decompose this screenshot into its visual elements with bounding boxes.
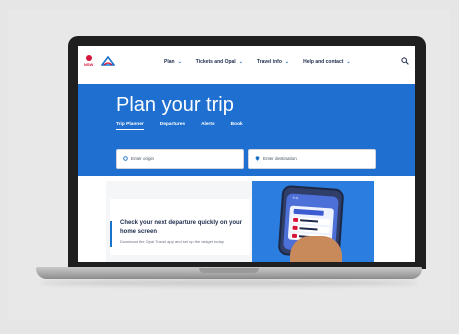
tab-book[interactable]: Book	[231, 122, 243, 130]
transport-logo-icon[interactable]	[101, 56, 115, 66]
nav-links: Plan ⌄ Tickets and Opal ⌄ Travel info ⌄ Hel…	[164, 59, 351, 65]
nav-link-help-and-contact[interactable]: Help and contact ⌄	[303, 59, 351, 65]
nav-link-label: Help and contact	[303, 59, 344, 65]
planner-tabs: Trip Planner Departures Alerts Book	[116, 122, 243, 130]
page-title: Plan your trip	[116, 94, 234, 116]
widget-row	[291, 216, 331, 226]
search-icon[interactable]	[401, 57, 409, 65]
widget-row	[291, 224, 330, 234]
location-pin-icon	[255, 156, 260, 161]
nav-link-travel-info[interactable]: Travel info ⌄	[257, 59, 289, 65]
nav-link-plan[interactable]: Plan ⌄	[164, 59, 182, 65]
promo-card: Check your next departure quickly on you…	[106, 181, 374, 262]
logo-text: NSW	[84, 62, 94, 67]
nsw-logo[interactable]: NSW	[84, 55, 94, 67]
chevron-down-icon: ⌄	[177, 59, 182, 65]
chevron-down-icon: ⌄	[284, 59, 290, 65]
origin-input[interactable]: Enter origin	[116, 149, 244, 169]
origin-circle-icon	[123, 156, 128, 161]
nav-link-tickets-and-opal[interactable]: Tickets and Opal ⌄	[196, 59, 243, 65]
laptop-notch	[199, 268, 259, 273]
promo-subtitle: Download the Opal Travel app and set up …	[120, 239, 224, 244]
nav-link-label: Plan	[164, 59, 175, 65]
nav-link-label: Travel info	[256, 59, 282, 65]
destination-input[interactable]: Enter destination	[248, 149, 376, 169]
tab-departures[interactable]: Departures	[160, 122, 185, 130]
top-navigation: NSW Plan ⌄ Tickets and Opal ⌄ Travel info ⌄…	[78, 46, 415, 84]
waratah-icon	[86, 55, 92, 61]
widget-header	[293, 208, 324, 216]
laptop-screen: NSW Plan ⌄ Tickets and Opal ⌄ Travel info ⌄…	[78, 46, 415, 262]
laptop-shadow	[40, 280, 418, 286]
origin-placeholder: Enter origin	[131, 156, 155, 161]
promo-phone-image: 9:41	[252, 181, 374, 262]
tab-alerts[interactable]: Alerts	[201, 122, 215, 130]
destination-placeholder: Enter destination	[263, 156, 297, 161]
accent-bar	[110, 221, 112, 247]
promo-title: Check your next departure quickly on you…	[120, 220, 243, 235]
promo-text-panel: Check your next departure quickly on you…	[110, 199, 250, 255]
chevron-down-icon: ⌄	[346, 59, 351, 65]
tab-trip-planner[interactable]: Trip Planner	[116, 122, 144, 130]
phone-clock: 9:41	[292, 195, 299, 201]
nav-link-label: Tickets and Opal	[195, 59, 236, 65]
hand-illustration	[290, 236, 342, 262]
chevron-down-icon: ⌄	[238, 59, 243, 65]
